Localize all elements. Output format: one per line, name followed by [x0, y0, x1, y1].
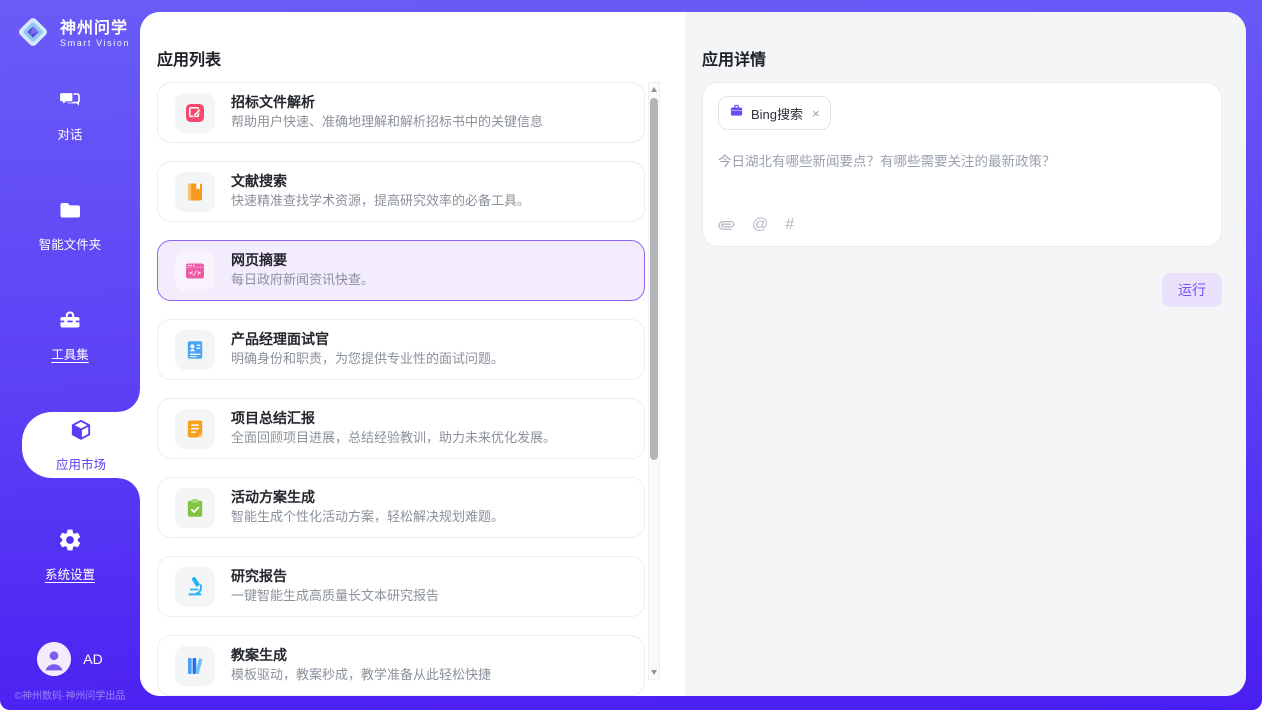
app-detail-title: 应用详情 [702, 46, 1222, 68]
app-card-event-plan[interactable]: 活动方案生成 智能生成个性化活动方案，轻松解决规划难题。 [157, 477, 645, 538]
app-card-lesson-plan[interactable]: 教案生成 模板驱动，教案秒成，教学准备从此轻松快捷 [157, 635, 645, 696]
app-name: 网页摘要 [231, 253, 374, 268]
app-window: 神州问学 Smart Vision 对话 [0, 0, 1262, 710]
tag-close-icon[interactable]: × [812, 107, 820, 120]
app-card-pm-interviewer[interactable]: 产品经理面试官 明确身份和职责，为您提供专业性的面试问题。 [157, 319, 645, 380]
diamond-prism-icon [14, 13, 52, 56]
edit-document-icon [175, 93, 215, 133]
svg-text:</>: </> [189, 269, 201, 277]
user-account[interactable]: AD [0, 642, 140, 676]
chat-icon [57, 87, 83, 118]
books-icon [175, 646, 215, 686]
app-name: 文献搜索 [231, 174, 530, 189]
app-name: 招标文件解析 [231, 95, 543, 110]
app-name: 研究报告 [231, 569, 439, 584]
app-list-title: 应用列表 [157, 46, 645, 68]
scrollbar-up-arrow-icon[interactable] [649, 83, 659, 96]
sidebar-nav: 对话 智能文件夹 [0, 82, 140, 588]
app-name: 活动方案生成 [231, 490, 504, 505]
book-icon [175, 172, 215, 212]
app-list: 招标文件解析 帮助用户快速、准确地理解和解析招标书中的关键信息 文献搜索 [157, 82, 645, 696]
sidebar-item-chat[interactable]: 对话 [0, 82, 140, 148]
query-input[interactable]: Bing搜索 × 今日湖北有哪些新闻要点？有哪些需要关注的最新政策？ @ # [702, 82, 1222, 247]
brand-title: 神州问学 [60, 20, 130, 38]
query-text[interactable]: 今日湖北有哪些新闻要点？有哪些需要关注的最新政策？ [718, 152, 1206, 172]
tool-tag-label: Bing搜索 [751, 104, 803, 123]
user-avatar-icon [37, 642, 71, 676]
app-description: 帮助用户快速、准确地理解和解析招标书中的关键信息 [231, 114, 543, 130]
paperclip-icon[interactable] [718, 217, 735, 234]
composer-toolbar: @ # [718, 216, 1206, 234]
main-content: 应用列表 招标文件解析 帮助用户快速、准确地理解和解析招标书中的关键信息 [140, 12, 1246, 696]
list-scrollbar[interactable] [648, 82, 660, 680]
brand-subtitle: Smart Vision [60, 39, 130, 49]
resume-icon [175, 330, 215, 370]
app-description: 快速精准查找学术资源，提高研究效率的必备工具。 [231, 193, 530, 209]
app-card-bid-parse[interactable]: 招标文件解析 帮助用户快速、准确地理解和解析招标书中的关键信息 [157, 82, 645, 143]
app-list-panel: 应用列表 招标文件解析 帮助用户快速、准确地理解和解析招标书中的关键信息 [140, 12, 685, 696]
at-icon[interactable]: @ [752, 216, 768, 234]
app-description: 全面回顾项目进展，总结经验教训，助力未来优化发展。 [231, 430, 556, 446]
folder-icon [57, 197, 83, 228]
scrollbar-down-arrow-icon[interactable] [649, 666, 659, 679]
app-card-web-summary[interactable]: </> 网页摘要 每日政府新闻资讯快查。 [157, 240, 645, 301]
run-button[interactable]: 运行 [1162, 273, 1222, 307]
app-description: 每日政府新闻资讯快查。 [231, 272, 374, 288]
hash-icon[interactable]: # [785, 216, 794, 234]
sidebar-item-settings[interactable]: 系统设置 [0, 522, 140, 588]
clipboard-check-icon [175, 488, 215, 528]
user-initials: AD [83, 651, 102, 667]
app-description: 模板驱动，教案秒成，教学准备从此轻松快捷 [231, 667, 491, 683]
web-page-icon: </> [175, 251, 215, 291]
scrollbar-thumb[interactable] [650, 98, 658, 460]
app-detail-panel: 应用详情 Bing搜索 × 今日湖北有哪些新闻要点？有哪些需要关注的最新政策？ [685, 12, 1246, 696]
sidebar-item-label: 智能文件夹 [39, 234, 102, 253]
app-description: 一键智能生成高质量长文本研究报告 [231, 588, 439, 604]
sidebar-item-label: 对话 [57, 124, 82, 143]
app-card-project-summary[interactable]: 项目总结汇报 全面回顾项目进展，总结经验教训，助力未来优化发展。 [157, 398, 645, 459]
app-card-literature-search[interactable]: 文献搜索 快速精准查找学术资源，提高研究效率的必备工具。 [157, 161, 645, 222]
app-name: 产品经理面试官 [231, 332, 504, 347]
copyright-text: ©神州数码·神州问学出品 [0, 687, 140, 702]
app-card-research-report[interactable]: 研究报告 一键智能生成高质量长文本研究报告 [157, 556, 645, 617]
sidebar-item-toolset[interactable]: 工具集 [0, 302, 140, 368]
briefcase-icon [729, 103, 744, 123]
sidebar-item-smart-folder[interactable]: 智能文件夹 [0, 192, 140, 258]
sidebar-item-label: 系统设置 [45, 564, 95, 583]
app-description: 明确身份和职责，为您提供专业性的面试问题。 [231, 351, 504, 367]
toolbox-icon [57, 307, 83, 338]
tool-tag-bing-search[interactable]: Bing搜索 × [718, 96, 831, 130]
cube-icon [68, 417, 94, 448]
sidebar: 神州问学 Smart Vision 对话 [0, 0, 140, 710]
microscope-icon [175, 567, 215, 607]
brand-logo: 神州问学 Smart Vision [0, 0, 140, 56]
app-name: 教案生成 [231, 648, 491, 663]
sidebar-item-label: 工具集 [51, 344, 89, 363]
gear-icon [57, 527, 83, 558]
sidebar-item-label: 应用市场 [56, 454, 106, 473]
memo-icon [175, 409, 215, 449]
app-description: 智能生成个性化活动方案，轻松解决规划难题。 [231, 509, 504, 525]
sidebar-item-app-market[interactable]: 应用市场 [22, 412, 140, 478]
app-name: 项目总结汇报 [231, 411, 556, 426]
